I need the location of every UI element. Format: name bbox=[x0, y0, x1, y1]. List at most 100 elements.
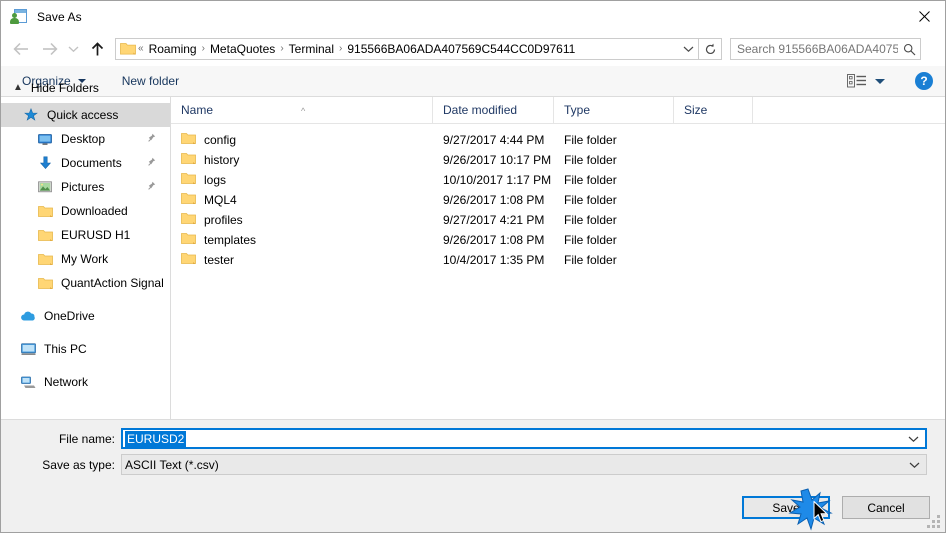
monitor-icon bbox=[35, 133, 55, 146]
table-row[interactable]: history 9/26/2017 10:17 PM File folder bbox=[171, 150, 945, 170]
file-type-cell: File folder bbox=[564, 193, 617, 207]
table-row[interactable]: templates 9/26/2017 1:08 PM File folder bbox=[171, 230, 945, 250]
column-header-date-modified[interactable]: Date modified bbox=[433, 97, 554, 123]
breadcrumb-item-terminal[interactable]: Terminal bbox=[285, 39, 338, 59]
picture-icon bbox=[35, 181, 55, 193]
breadcrumb-item-guid[interactable]: 915566BA06ADA407569C544CC0D97611 bbox=[343, 39, 579, 59]
breadcrumb-item-metaquotes[interactable]: MetaQuotes bbox=[206, 39, 279, 59]
file-name-label: history bbox=[204, 153, 240, 167]
toolbar-right-group: ? bbox=[843, 69, 933, 93]
file-name-label: File name: bbox=[58, 431, 115, 446]
file-name-label: tester bbox=[204, 253, 235, 267]
file-date-cell: 10/4/2017 1:35 PM bbox=[443, 253, 545, 267]
file-name-cell: profiles bbox=[171, 212, 433, 228]
star-icon bbox=[21, 108, 41, 122]
sort-ascending-icon: ^ bbox=[301, 106, 306, 116]
file-list-pane: Name ^ Date modified Type Size config 9/… bbox=[171, 97, 945, 419]
pin-icon bbox=[146, 157, 156, 171]
sidebar-item-pictures[interactable]: Pictures bbox=[1, 175, 170, 199]
file-type-cell: File folder bbox=[564, 213, 617, 227]
command-toolbar: Organize New folder ? bbox=[1, 66, 945, 97]
sidebar-item-onedrive[interactable]: OneDrive bbox=[1, 304, 170, 328]
folder-icon bbox=[181, 132, 196, 148]
file-name-label: MQL4 bbox=[204, 193, 237, 207]
sidebar-item-label: OneDrive bbox=[44, 309, 95, 323]
sidebar-item-desktop[interactable]: Desktop bbox=[1, 127, 170, 151]
hide-folders-label: Hide Folders bbox=[30, 81, 99, 95]
back-button[interactable] bbox=[7, 35, 35, 63]
sidebar-item-downloaded[interactable]: Downloaded bbox=[1, 199, 170, 223]
file-name-input[interactable]: EURUSD2 bbox=[121, 428, 927, 449]
sidebar-item-quick-access[interactable]: Quick access bbox=[1, 103, 170, 127]
resize-grip[interactable] bbox=[927, 515, 941, 529]
sidebar-item-label: QuantAction Signal bbox=[61, 276, 164, 290]
window-title: Save As bbox=[37, 9, 82, 24]
sidebar-item-network[interactable]: Network bbox=[1, 370, 170, 394]
file-name-cell: MQL4 bbox=[171, 192, 433, 208]
address-bar[interactable]: « Roaming › MetaQuotes › Terminal › 9155… bbox=[115, 38, 699, 60]
table-row[interactable]: logs 10/10/2017 1:17 PM File folder bbox=[171, 170, 945, 190]
folder-icon bbox=[35, 229, 55, 242]
save-button-label: Save bbox=[772, 500, 800, 515]
hide-folders-button[interactable]: ▲ Hide Folders bbox=[13, 81, 99, 95]
column-header-type[interactable]: Type bbox=[554, 97, 674, 123]
close-button[interactable] bbox=[901, 1, 945, 31]
column-header-name[interactable]: Name ^ bbox=[171, 97, 433, 123]
chevron-down-icon[interactable] bbox=[909, 458, 920, 472]
save-as-type-label: Save as type: bbox=[42, 457, 115, 472]
sidebar-item-eurusd-h1[interactable]: EURUSD H1 bbox=[1, 223, 170, 247]
breadcrumb-overflow[interactable]: « bbox=[137, 39, 145, 59]
pin-icon bbox=[146, 133, 156, 147]
file-date-cell: 9/27/2017 4:44 PM bbox=[443, 133, 545, 147]
sidebar-item-label: My Work bbox=[61, 252, 109, 266]
sidebar-item-documents[interactable]: Documents bbox=[1, 151, 170, 175]
chevron-down-icon[interactable] bbox=[908, 432, 919, 446]
sidebar-item-my-work[interactable]: My Work bbox=[1, 247, 170, 271]
sidebar-item-label: Network bbox=[44, 375, 89, 389]
sidebar-item-label: EURUSD H1 bbox=[61, 228, 131, 242]
sidebar-item-label: Documents bbox=[61, 156, 122, 170]
column-header-name-label: Name bbox=[181, 103, 214, 117]
table-row[interactable]: MQL4 9/26/2017 1:08 PM File folder bbox=[171, 190, 945, 210]
table-row[interactable]: profiles 9/27/2017 4:21 PM File folder bbox=[171, 210, 945, 230]
sidebar-item-quantaction-signal[interactable]: QuantAction Signal bbox=[1, 271, 170, 295]
dialog-body: Quick access Desktop Documents Pictures … bbox=[1, 97, 945, 419]
folder-icon bbox=[35, 253, 55, 266]
file-type-cell: File folder bbox=[564, 173, 617, 187]
save-button[interactable]: Save bbox=[742, 496, 830, 519]
chevron-down-icon bbox=[683, 46, 693, 53]
file-name-cell: templates bbox=[171, 232, 433, 248]
view-mode-button[interactable] bbox=[843, 69, 889, 93]
table-row[interactable]: config 9/27/2017 4:44 PM File folder bbox=[171, 130, 945, 150]
up-button[interactable] bbox=[83, 35, 111, 63]
chevron-up-icon: ▲ bbox=[13, 82, 23, 93]
forward-button[interactable] bbox=[35, 35, 63, 63]
breadcrumb-item-roaming[interactable]: Roaming bbox=[145, 39, 201, 59]
recent-locations-button[interactable] bbox=[63, 35, 83, 63]
table-row[interactable]: tester 10/4/2017 1:35 PM File folder bbox=[171, 250, 945, 270]
file-date-cell: 9/26/2017 1:08 PM bbox=[443, 193, 545, 207]
sidebar-item-this-pc[interactable]: This PC bbox=[1, 337, 170, 361]
folder-icon bbox=[35, 205, 55, 218]
search-box[interactable]: Search 915566BA06ADA40756... bbox=[730, 38, 921, 60]
title-bar: Save As bbox=[1, 1, 945, 32]
file-date-cell: 9/27/2017 4:21 PM bbox=[443, 213, 545, 227]
file-name-cell: logs bbox=[171, 172, 433, 188]
folder-icon bbox=[181, 212, 196, 228]
help-label: ? bbox=[920, 74, 928, 88]
search-input[interactable]: Search 915566BA06ADA40756... bbox=[731, 42, 898, 56]
help-button[interactable]: ? bbox=[915, 72, 933, 90]
network-icon bbox=[18, 376, 38, 389]
address-dropdown-button[interactable] bbox=[678, 39, 698, 59]
new-folder-button[interactable]: New folder bbox=[115, 69, 186, 93]
file-name-label: profiles bbox=[204, 213, 243, 227]
folder-icon bbox=[120, 41, 136, 58]
cancel-button[interactable]: Cancel bbox=[842, 496, 930, 519]
new-folder-label: New folder bbox=[121, 74, 180, 88]
arrow-right-icon bbox=[42, 42, 58, 56]
file-name-label: logs bbox=[204, 173, 227, 187]
refresh-icon bbox=[705, 43, 715, 54]
save-as-type-select[interactable]: ASCII Text (*.csv) bbox=[121, 454, 927, 475]
refresh-button[interactable] bbox=[699, 38, 722, 60]
column-header-size[interactable]: Size bbox=[674, 97, 753, 123]
